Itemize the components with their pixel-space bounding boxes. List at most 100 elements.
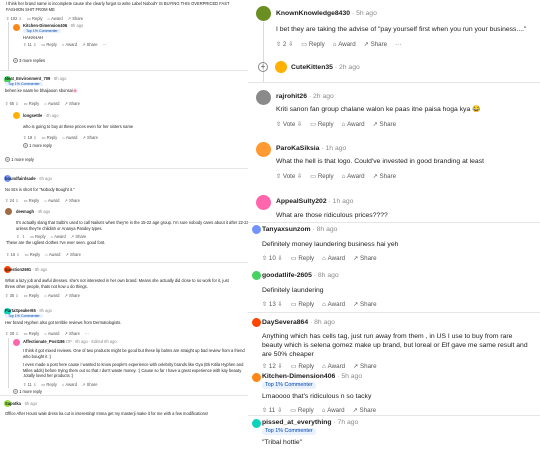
share-button[interactable]: ↗ Share <box>82 135 98 140</box>
award-button[interactable]: ⌂ Award <box>45 252 60 257</box>
more-replies-link[interactable]: + 1 more reply <box>23 143 52 149</box>
upvote-button[interactable]: ⇧ 11 ⇩ <box>23 382 36 387</box>
award-button[interactable]: ⌂ Award <box>44 331 59 336</box>
award-button[interactable]: ⌂ Award <box>333 41 356 48</box>
upvote-button[interactable]: ⇧ ⇩ <box>16 234 25 239</box>
award-button[interactable]: ⌂ Award <box>342 121 365 128</box>
award-button[interactable]: ⌂ Award <box>62 382 77 387</box>
share-button[interactable]: ↗ Share <box>353 363 376 370</box>
reply-button[interactable]: ▭ Reply <box>24 293 39 298</box>
avatar[interactable] <box>252 271 261 280</box>
award-button[interactable]: ⌂ Award <box>47 16 62 21</box>
avatar[interactable] <box>252 419 261 428</box>
username[interactable]: Affectionate_Post186 <box>23 339 65 344</box>
more-replies-link[interactable]: + 3 more replies <box>13 58 45 64</box>
more-replies-link[interactable]: + 1 more reply <box>13 389 42 395</box>
username[interactable]: longsettle <box>23 113 42 118</box>
avatar[interactable] <box>252 225 261 234</box>
reply-button[interactable]: ▭ Reply <box>310 173 333 180</box>
reply-button[interactable]: ▭ Reply <box>291 301 314 308</box>
share-button[interactable]: ↗ Share <box>65 252 81 257</box>
upvote-button[interactable]: ⇧ Vote ⇩ <box>276 173 302 180</box>
username[interactable]: DaySevera864 <box>262 319 308 326</box>
reply-button[interactable]: ▭ Reply <box>291 255 314 262</box>
upvote-button[interactable]: ⇧ 18 ⇩ <box>23 135 37 140</box>
upvote-button[interactable]: ⇧ 16 ⇩ <box>6 252 20 257</box>
thread-line[interactable] <box>8 22 9 70</box>
award-button[interactable]: ⌂ Award <box>322 255 345 262</box>
reply-button[interactable]: ▭ Reply <box>24 198 39 203</box>
share-button[interactable]: ↗ Share <box>64 293 80 298</box>
reply-button[interactable]: ▭ Reply <box>24 331 39 336</box>
reply-button[interactable]: ▭ Reply <box>27 16 42 21</box>
avatar[interactable] <box>275 61 287 73</box>
upvote-button[interactable]: ⇧ Vote ⇩ <box>276 121 302 128</box>
avatar[interactable] <box>256 6 271 21</box>
share-button[interactable]: ↗ Share <box>71 234 87 239</box>
share-button[interactable]: ↗ Share <box>364 41 387 48</box>
reply-button[interactable]: ▭ Reply <box>301 41 324 48</box>
share-button[interactable]: ↗ Share <box>353 255 376 262</box>
more-options-button[interactable]: ··· <box>85 331 89 336</box>
username[interactable]: deemagh <box>16 209 34 214</box>
username[interactable]: AppealSulty202 <box>276 198 327 205</box>
username[interactable]: Kitchen-Dimension406 <box>262 373 335 380</box>
award-button[interactable]: ⌂ Award <box>322 407 345 414</box>
avatar[interactable] <box>13 24 20 31</box>
username[interactable]: KnownKnowledge8430 <box>276 10 350 17</box>
reply-button[interactable]: ▭ Reply <box>30 234 45 239</box>
reply-button[interactable]: ▭ Reply <box>24 101 39 106</box>
avatar[interactable] <box>256 142 271 157</box>
upvote-button[interactable]: ⇧ 11 ⇩ <box>262 407 282 414</box>
username[interactable]: pissed_at_everything <box>262 419 332 426</box>
share-button[interactable]: ↗ Share <box>64 198 80 203</box>
reply-button[interactable]: ▭ Reply <box>310 121 333 128</box>
username[interactable]: question2691 <box>5 267 31 272</box>
upvote-button[interactable]: ⇧ 28 ⇩ <box>5 331 19 336</box>
share-button[interactable]: ↗ Share <box>64 331 80 336</box>
username[interactable]: boundfairdsade <box>5 176 36 181</box>
more-replies-link[interactable]: + 1 more reply <box>5 157 34 163</box>
more-options-button[interactable]: ··· <box>103 42 107 47</box>
reply-button[interactable]: ▭ Reply <box>290 407 313 414</box>
share-button[interactable]: ↗ Share <box>373 121 396 128</box>
avatar[interactable] <box>5 208 12 215</box>
award-button[interactable]: ⌂ Award <box>44 198 59 203</box>
reply-button[interactable]: ▭ Reply <box>25 252 40 257</box>
reply-button[interactable]: ▭ Reply <box>41 42 56 47</box>
avatar[interactable] <box>256 195 271 210</box>
award-button[interactable]: ⌂ Award <box>322 363 345 370</box>
upvote-button[interactable]: ⇧ 65 ⇩ <box>5 101 19 106</box>
thread-line[interactable] <box>8 338 9 388</box>
share-button[interactable]: ↗ Share <box>68 16 84 21</box>
upvote-button[interactable]: ⇧ 2 ⇩ <box>276 41 293 48</box>
share-button[interactable]: ↗ Share <box>353 301 376 308</box>
upvote-button[interactable]: ⇧ 102 ⇩ <box>6 16 22 21</box>
upvote-button[interactable]: ⇧ 12 ⇩ <box>262 363 283 370</box>
award-button[interactable]: ⌂ Award <box>322 301 345 308</box>
username[interactable]: ParoKaSiksia <box>276 145 319 152</box>
upvote-button[interactable]: ⇧ 24 ⇩ <box>5 198 19 203</box>
username[interactable]: goodatlife-2605 <box>262 272 312 279</box>
avatar[interactable] <box>256 90 271 105</box>
avatar[interactable] <box>13 112 20 119</box>
upvote-button[interactable]: ⇧ 13 ⇩ <box>262 301 283 308</box>
upvote-button[interactable]: ⇧ 35 ⇩ <box>5 293 19 298</box>
username[interactable]: rajrohit26 <box>276 93 307 100</box>
share-button[interactable]: ↗ Share <box>64 101 80 106</box>
more-options-button[interactable]: ··· <box>395 41 401 48</box>
avatar[interactable] <box>13 339 20 346</box>
username[interactable]: Sapotka <box>5 401 21 406</box>
award-button[interactable]: ⌂ Award <box>342 173 365 180</box>
share-button[interactable]: ↗ Share <box>82 42 98 47</box>
reply-button[interactable]: ▭ Reply <box>41 382 56 387</box>
share-button[interactable]: ↗ Share <box>82 382 98 387</box>
award-button[interactable]: ⌂ Award <box>44 101 59 106</box>
award-button[interactable]: ⌂ Award <box>62 42 77 47</box>
share-button[interactable]: ↗ Share <box>353 407 376 414</box>
reply-button[interactable]: ▭ Reply <box>42 135 57 140</box>
expand-icon[interactable]: + <box>258 62 268 72</box>
avatar[interactable] <box>252 318 261 327</box>
award-button[interactable]: ⌂ Award <box>51 234 66 239</box>
upvote-button[interactable]: ⇧ 10 ⇩ <box>262 255 283 262</box>
